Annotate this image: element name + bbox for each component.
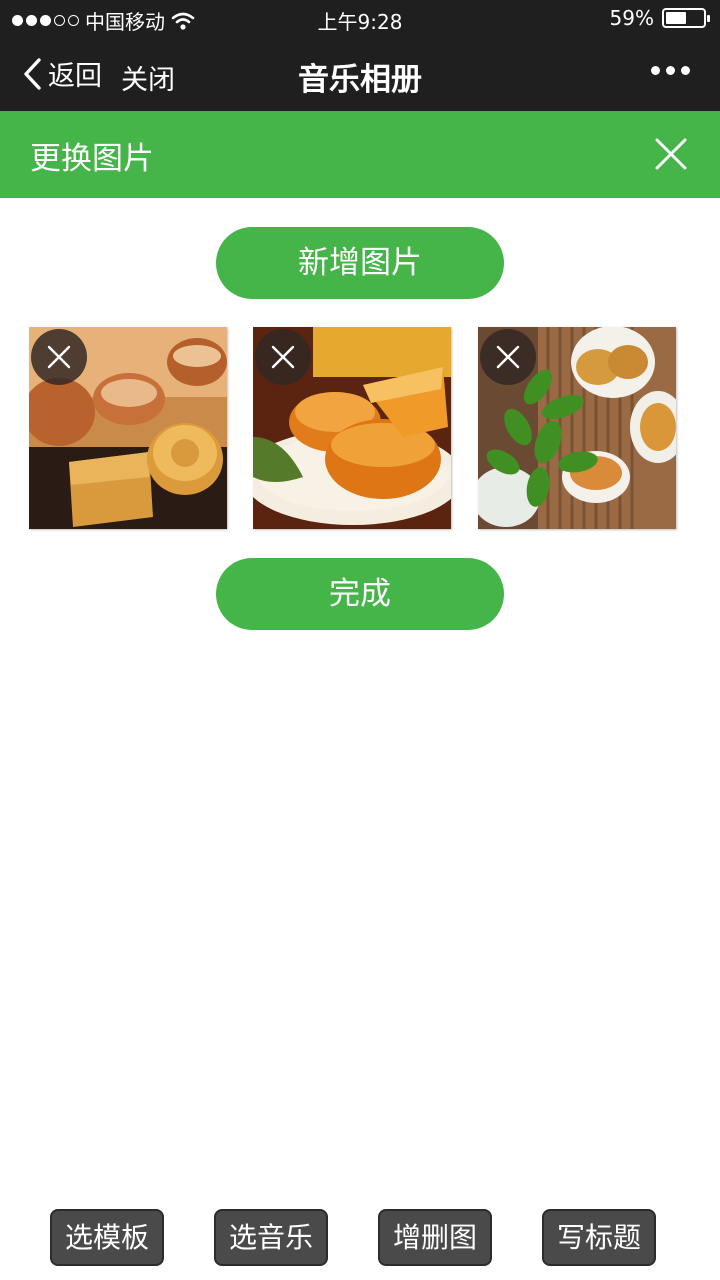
battery-percent: 59% bbox=[609, 6, 654, 30]
chevron-left-icon bbox=[24, 57, 41, 90]
image-thumbnail-2[interactable] bbox=[253, 327, 451, 529]
choose-template-button[interactable]: 选模板 bbox=[50, 1209, 164, 1266]
close-page-button[interactable]: 关闭 bbox=[121, 58, 175, 97]
back-label: 返回 bbox=[48, 61, 102, 92]
choose-music-button[interactable]: 选音乐 bbox=[214, 1209, 328, 1266]
done-button[interactable]: 完成 bbox=[216, 558, 504, 630]
remove-image-button-1[interactable] bbox=[31, 329, 87, 385]
back-button[interactable]: 返回 bbox=[22, 54, 102, 93]
status-right: 59% bbox=[609, 6, 710, 30]
page-title: 音乐相册 bbox=[298, 62, 422, 98]
status-bar: 中国移动 上午9:28 59% bbox=[0, 0, 720, 36]
remove-image-button-2[interactable] bbox=[255, 329, 311, 385]
panel-title: 更换图片 bbox=[30, 141, 154, 177]
add-image-button[interactable]: 新增图片 bbox=[216, 227, 504, 299]
remove-icon bbox=[47, 345, 71, 369]
edit-images-button[interactable]: 增删图 bbox=[378, 1209, 492, 1266]
write-title-button[interactable]: 写标题 bbox=[542, 1209, 656, 1266]
remove-icon bbox=[496, 345, 520, 369]
image-thumbnail-3[interactable] bbox=[478, 327, 676, 529]
image-thumbnail-1[interactable] bbox=[29, 327, 227, 529]
panel-header: 更换图片 bbox=[0, 111, 720, 198]
close-icon[interactable] bbox=[654, 137, 688, 171]
remove-icon bbox=[271, 345, 295, 369]
screen: 中国移动 上午9:28 59% 返回 关闭 音乐相册 更换图片 新增图片 完成 … bbox=[0, 0, 720, 1280]
remove-image-button-3[interactable] bbox=[480, 329, 536, 385]
battery-icon bbox=[662, 8, 710, 28]
nav-bar: 返回 关闭 音乐相册 bbox=[0, 36, 720, 111]
more-dots-icon[interactable] bbox=[651, 66, 690, 75]
battery-fill bbox=[666, 12, 686, 24]
